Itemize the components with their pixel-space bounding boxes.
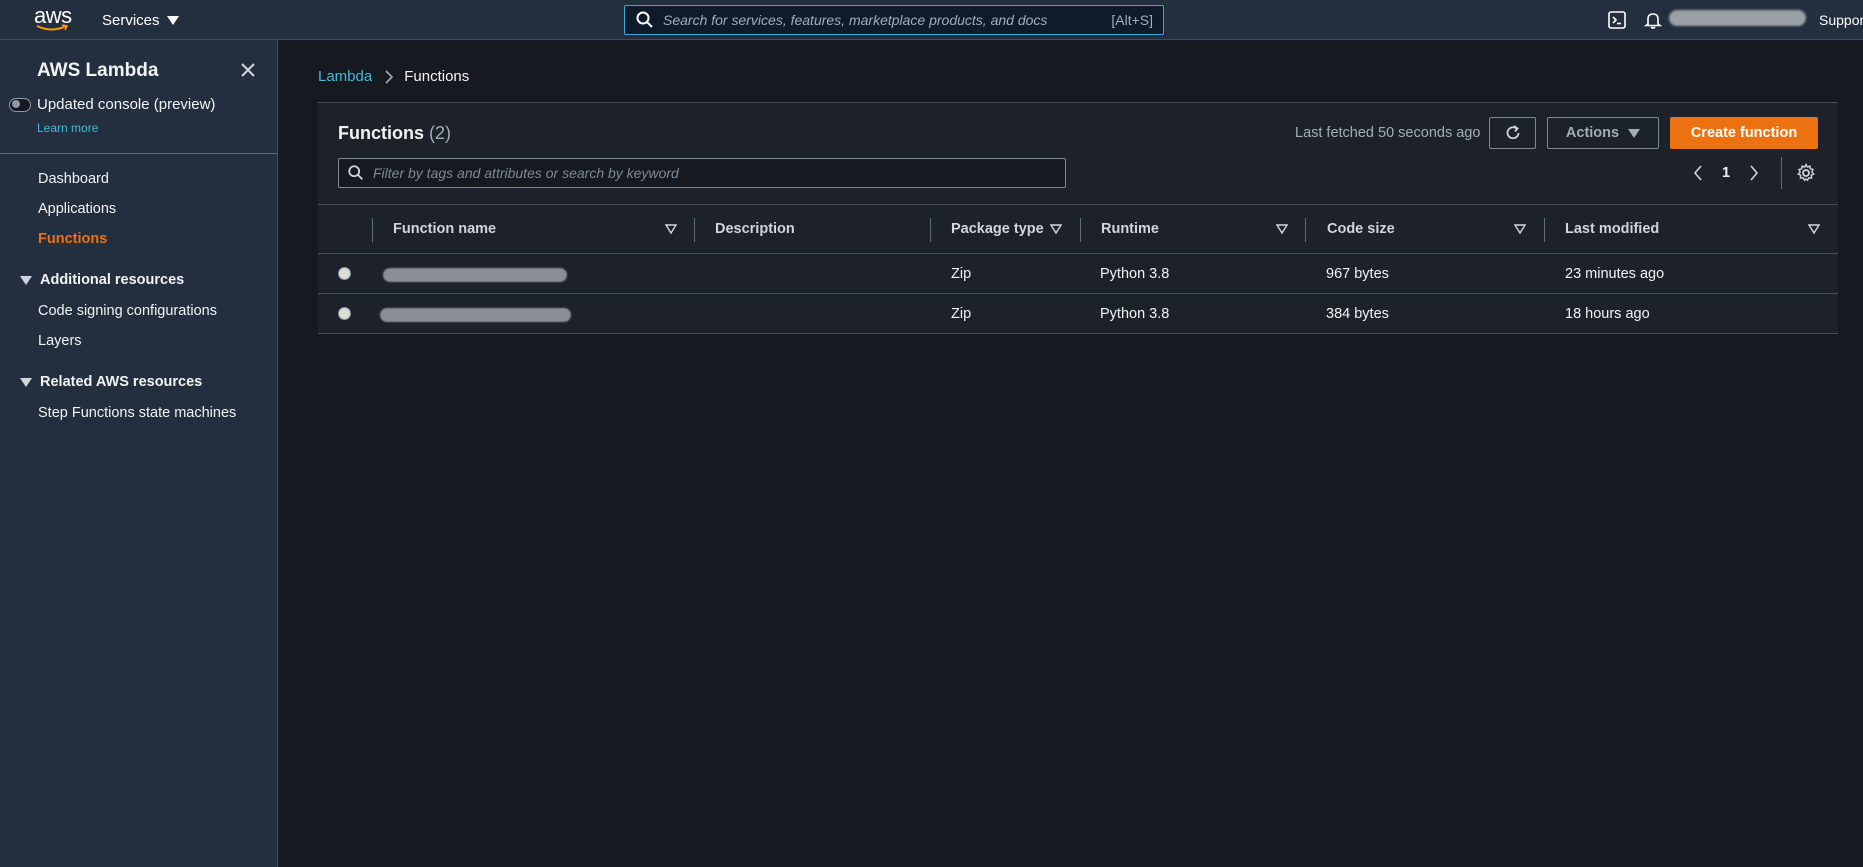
section-label: Related AWS resources bbox=[40, 374, 203, 390]
sort-icon[interactable] bbox=[1276, 223, 1288, 235]
panel-title-text: Functions bbox=[338, 123, 424, 143]
pagination-divider bbox=[1781, 157, 1782, 189]
functions-panel: Functions (2) Last fetched 50 seconds ag… bbox=[318, 102, 1838, 334]
column-header-code-size[interactable]: Code size bbox=[1327, 205, 1395, 253]
sidebar-section-related-aws-resources[interactable]: Related AWS resources bbox=[20, 374, 202, 390]
sidebar-item-step-functions-state-machines[interactable]: Step Functions state machines bbox=[38, 405, 236, 421]
cell-last-modified: 23 minutes ago bbox=[1565, 266, 1665, 282]
row-select-radio[interactable] bbox=[338, 267, 351, 280]
column-divider bbox=[1080, 218, 1081, 242]
row-select-radio[interactable] bbox=[338, 307, 351, 320]
cell-runtime: Python 3.8 bbox=[1100, 266, 1170, 282]
sidebar-section-additional-resources[interactable]: Additional resources bbox=[20, 272, 184, 288]
column-divider bbox=[372, 218, 373, 242]
sidebar-item-code-signing-configurations[interactable]: Code signing configurations bbox=[38, 303, 217, 319]
services-label: Services bbox=[102, 11, 160, 29]
sidebar-item-layers[interactable]: Layers bbox=[38, 333, 82, 349]
caret-down-icon bbox=[166, 15, 179, 25]
cell-last-modified: 18 hours ago bbox=[1565, 306, 1650, 322]
refresh-button[interactable] bbox=[1489, 117, 1536, 149]
caret-down-icon bbox=[20, 377, 32, 387]
breadcrumb-current: Functions bbox=[404, 68, 470, 85]
chevron-right-icon[interactable] bbox=[1744, 163, 1764, 183]
filter-input[interactable]: Filter by tags and attributes or search … bbox=[338, 158, 1066, 188]
support-menu-button[interactable]: Support bbox=[1819, 12, 1863, 28]
services-menu-button[interactable]: Services bbox=[102, 0, 179, 40]
function-count: (2) bbox=[429, 123, 452, 143]
section-label: Additional resources bbox=[40, 272, 185, 288]
functions-table: Function name Description Package type R… bbox=[318, 204, 1838, 334]
cell-package-type: Zip bbox=[951, 266, 972, 282]
filter-placeholder: Filter by tags and attributes or search … bbox=[373, 165, 679, 181]
close-icon[interactable] bbox=[238, 60, 258, 80]
aws-smile-icon bbox=[36, 24, 68, 31]
search-icon bbox=[348, 165, 363, 180]
page-number-button[interactable]: 1 bbox=[1708, 165, 1744, 181]
search-shortcut: [Alt+S] bbox=[1111, 12, 1153, 28]
account-menu-button[interactable] bbox=[1669, 10, 1806, 26]
updated-console-toggle-row: Updated console (preview) bbox=[9, 96, 215, 113]
global-search-input[interactable]: Search for services, features, marketpla… bbox=[624, 5, 1164, 35]
top-navigation: aws Services Search for services, featur… bbox=[0, 0, 1863, 40]
create-function-button[interactable]: Create function bbox=[1670, 117, 1818, 149]
table-row[interactable]: Zip Python 3.8 384 bytes 18 hours ago bbox=[318, 294, 1838, 334]
aws-logo[interactable]: aws bbox=[34, 3, 72, 34]
sidebar-item-functions[interactable]: Functions bbox=[38, 231, 107, 247]
aws-logo-text: aws bbox=[34, 3, 72, 28]
pagination: 1 bbox=[1688, 161, 1764, 185]
column-header-function-name[interactable]: Function name bbox=[393, 205, 496, 253]
column-header-runtime[interactable]: Runtime bbox=[1101, 205, 1159, 253]
sort-icon[interactable] bbox=[1514, 223, 1526, 235]
sidebar-divider bbox=[0, 153, 278, 154]
bell-icon[interactable] bbox=[1641, 8, 1665, 32]
cell-code-size: 384 bytes bbox=[1326, 306, 1389, 322]
cell-code-size: 967 bytes bbox=[1326, 266, 1389, 282]
breadcrumb-lambda-link[interactable]: Lambda bbox=[318, 68, 372, 85]
cloudshell-icon[interactable] bbox=[1605, 8, 1629, 32]
breadcrumb: Lambda Functions bbox=[318, 68, 469, 85]
updated-console-label: Updated console (preview) bbox=[37, 96, 216, 113]
page-title: Functions (2) bbox=[338, 123, 451, 144]
caret-down-icon bbox=[20, 275, 32, 285]
chevron-right-icon bbox=[385, 69, 394, 84]
chevron-left-icon[interactable] bbox=[1688, 163, 1708, 183]
column-divider bbox=[694, 218, 695, 242]
column-divider bbox=[1305, 218, 1306, 242]
last-fetched-status: Last fetched 50 seconds ago bbox=[1295, 125, 1481, 141]
function-name-link[interactable] bbox=[380, 308, 571, 322]
cell-package-type: Zip bbox=[951, 306, 972, 322]
sort-icon[interactable] bbox=[1808, 223, 1820, 235]
actions-label: Actions bbox=[1565, 125, 1620, 141]
sort-icon[interactable] bbox=[1050, 223, 1062, 235]
refresh-icon bbox=[1506, 125, 1519, 140]
sidebar-title: AWS Lambda bbox=[37, 60, 159, 81]
gear-icon[interactable] bbox=[1796, 163, 1816, 183]
table-row[interactable]: Zip Python 3.8 967 bytes 23 minutes ago bbox=[318, 254, 1838, 294]
cell-runtime: Python 3.8 bbox=[1100, 306, 1170, 322]
column-header-package-type[interactable]: Package type bbox=[951, 205, 1044, 253]
column-header-description[interactable]: Description bbox=[715, 205, 795, 253]
function-name-link[interactable] bbox=[383, 268, 567, 282]
search-placeholder: Search for services, features, marketpla… bbox=[663, 12, 1048, 28]
side-navigation: AWS Lambda Updated console (preview) Lea… bbox=[0, 40, 278, 867]
column-divider bbox=[930, 218, 931, 242]
sidebar-item-applications[interactable]: Applications bbox=[38, 201, 116, 217]
column-divider bbox=[1544, 218, 1545, 242]
learn-more-link[interactable]: Learn more bbox=[37, 121, 98, 135]
actions-dropdown-button[interactable]: Actions bbox=[1547, 117, 1659, 149]
sidebar-item-dashboard[interactable]: Dashboard bbox=[38, 171, 109, 187]
updated-console-toggle[interactable] bbox=[9, 97, 31, 112]
table-header: Function name Description Package type R… bbox=[318, 204, 1838, 254]
caret-down-icon bbox=[1628, 128, 1641, 138]
search-icon bbox=[636, 11, 653, 28]
column-header-last-modified[interactable]: Last modified bbox=[1565, 205, 1659, 253]
sort-icon[interactable] bbox=[665, 223, 677, 235]
